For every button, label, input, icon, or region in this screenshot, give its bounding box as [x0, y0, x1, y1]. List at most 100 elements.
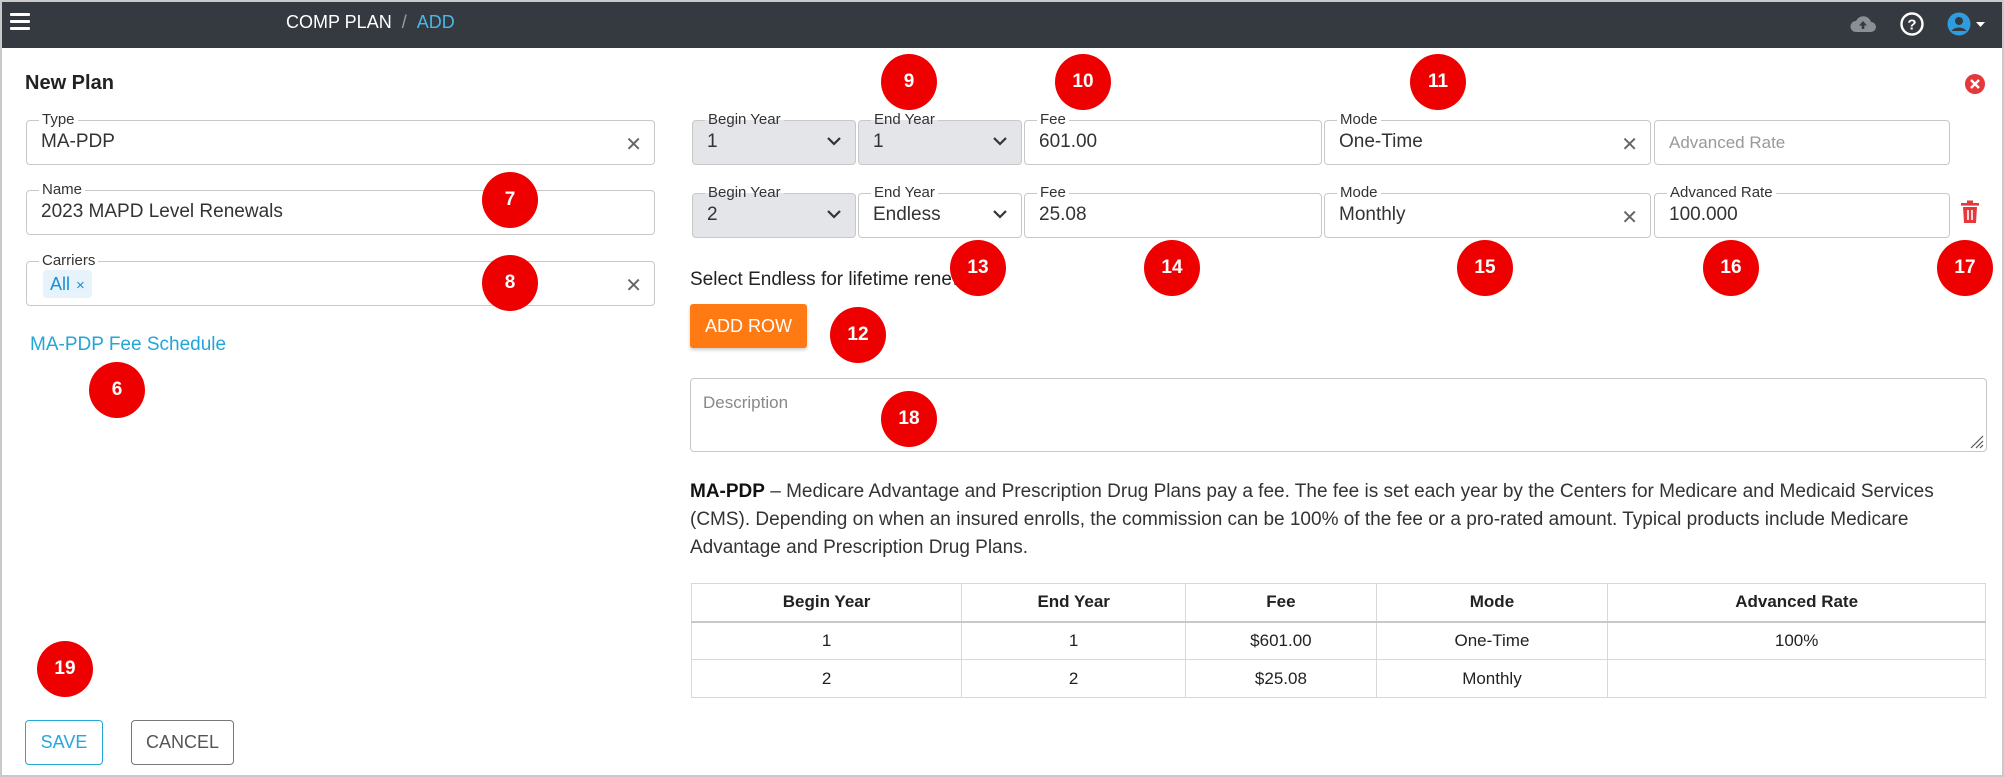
- cancel-button[interactable]: CANCEL: [131, 720, 234, 765]
- breadcrumb-root[interactable]: COMP PLAN: [286, 12, 392, 32]
- fee-value: 25.08: [1039, 204, 1087, 225]
- mode-label: Mode: [1337, 184, 1381, 202]
- table-row: 2 2 $25.08 Monthly: [690, 659, 1986, 698]
- mode-select[interactable]: Mode Monthly ✕: [1324, 184, 1651, 238]
- end-year-label: End Year: [871, 111, 938, 129]
- annotation-badge: 7: [482, 172, 538, 228]
- column-header: Advanced Rate: [1607, 583, 1986, 623]
- top-bar: COMP PLAN / ADD ?: [2, 2, 2002, 48]
- menu-icon[interactable]: [10, 13, 30, 31]
- end-year-select[interactable]: End Year Endless: [858, 184, 1022, 238]
- mode-select[interactable]: Mode One-Time ✕: [1324, 111, 1651, 165]
- annotation-badge: 17: [1937, 240, 1993, 296]
- table-cell: 1: [690, 621, 963, 660]
- type-select[interactable]: Type MA-PDP ✕: [26, 111, 655, 165]
- begin-year-select[interactable]: Begin Year 2: [692, 184, 856, 238]
- advanced-rate-placeholder: Advanced Rate: [1669, 133, 1786, 152]
- name-value: 2023 MAPD Level Renewals: [41, 201, 283, 222]
- end-year-select[interactable]: End Year 1: [858, 111, 1022, 165]
- clear-icon[interactable]: ✕: [625, 273, 642, 298]
- advanced-rate-field[interactable]: Advanced Rate: [1654, 120, 1950, 165]
- table-cell: 2: [690, 659, 963, 698]
- end-year-value: Endless: [873, 204, 941, 225]
- resize-grip-icon[interactable]: [1968, 433, 1984, 449]
- trash-icon[interactable]: [1960, 200, 1980, 224]
- table-header-row: Begin Year End Year Fee Mode Advanced Ra…: [690, 583, 1986, 623]
- clear-icon[interactable]: ✕: [1621, 132, 1638, 157]
- annotation-badge: 15: [1457, 240, 1513, 296]
- breadcrumb-current: ADD: [416, 12, 455, 32]
- end-year-value: 1: [873, 131, 884, 152]
- clear-icon[interactable]: ✕: [625, 132, 642, 157]
- table-cell: Monthly: [1375, 659, 1609, 698]
- close-icon[interactable]: [1964, 73, 1986, 95]
- chevron-down-icon: [827, 210, 841, 219]
- plan-type-description: MA-PDP – Medicare Advantage and Prescrip…: [690, 478, 1990, 562]
- user-account-icon[interactable]: [1946, 11, 1988, 37]
- plan-type-text: – Medicare Advantage and Prescription Dr…: [690, 481, 1934, 558]
- carriers-label: Carriers: [39, 252, 99, 270]
- fee-label: Fee: [1037, 184, 1069, 202]
- chip-remove-icon[interactable]: ×: [76, 277, 85, 294]
- fee-schedule-table: Begin Year End Year Fee Mode Advanced Ra…: [690, 583, 1986, 698]
- advanced-rate-field[interactable]: Advanced Rate 100.000: [1654, 184, 1950, 238]
- column-header: Mode: [1375, 583, 1609, 623]
- annotation-badge: 11: [1410, 54, 1466, 110]
- annotation-badge: 9: [881, 54, 937, 110]
- annotation-badge: 10: [1055, 54, 1111, 110]
- begin-year-value: 1: [707, 131, 718, 152]
- cloud-upload-icon[interactable]: [1848, 11, 1878, 37]
- end-year-label: End Year: [871, 184, 938, 202]
- table-cell: One-Time: [1375, 621, 1609, 660]
- begin-year-label: Begin Year: [705, 184, 784, 202]
- chevron-down-icon: [993, 210, 1007, 219]
- table-cell: $25.08: [1185, 659, 1377, 698]
- column-header: Begin Year: [690, 583, 963, 623]
- annotation-badge: 19: [37, 641, 93, 697]
- table-cell: $601.00: [1185, 621, 1377, 660]
- annotation-badge: 18: [881, 391, 937, 447]
- carriers-multiselect[interactable]: Carriers All × ✕: [26, 252, 655, 306]
- column-header: End Year: [961, 583, 1187, 623]
- annotation-badge: 8: [482, 255, 538, 311]
- add-row-button[interactable]: ADD ROW: [690, 304, 807, 348]
- annotation-badge: 13: [950, 240, 1006, 296]
- table-cell: 1: [961, 621, 1187, 660]
- advanced-rate-value: 100.000: [1669, 204, 1738, 225]
- begin-year-label: Begin Year: [705, 111, 784, 129]
- clear-icon[interactable]: ✕: [1621, 205, 1638, 230]
- breadcrumb: COMP PLAN / ADD: [286, 12, 455, 33]
- type-label: Type: [39, 111, 78, 129]
- save-button[interactable]: SAVE: [25, 720, 103, 765]
- help-icon[interactable]: ?: [1899, 11, 1925, 37]
- column-header: Fee: [1185, 583, 1377, 623]
- description-placeholder: Description: [703, 393, 789, 412]
- chevron-down-icon: [827, 137, 841, 146]
- fee-field[interactable]: Fee 25.08: [1024, 184, 1322, 238]
- begin-year-value: 2: [707, 204, 718, 225]
- plan-type-term: MA-PDP: [690, 481, 765, 502]
- annotation-badge: 16: [1703, 240, 1759, 296]
- advanced-rate-label: Advanced Rate: [1667, 184, 1776, 202]
- carrier-chip[interactable]: All ×: [43, 270, 92, 298]
- table-cell: 100%: [1607, 621, 1986, 660]
- fee-label: Fee: [1037, 111, 1069, 129]
- table-cell: 2: [961, 659, 1187, 698]
- mode-value: One-Time: [1339, 131, 1423, 152]
- mode-label: Mode: [1337, 111, 1381, 129]
- svg-text:?: ?: [1907, 17, 1916, 34]
- table-row: 1 1 $601.00 One-Time 100%: [690, 621, 1986, 660]
- fee-value: 601.00: [1039, 131, 1098, 152]
- table-cell: [1607, 659, 1986, 698]
- name-field[interactable]: Name 2023 MAPD Level Renewals: [26, 181, 655, 235]
- type-value: MA-PDP: [41, 131, 115, 152]
- fee-schedule-link[interactable]: MA-PDP Fee Schedule: [30, 334, 226, 356]
- carrier-chip-label: All: [50, 274, 71, 294]
- fee-field[interactable]: Fee 601.00: [1024, 111, 1322, 165]
- chevron-down-icon: [993, 137, 1007, 146]
- mode-value: Monthly: [1339, 204, 1406, 225]
- begin-year-select[interactable]: Begin Year 1: [692, 111, 856, 165]
- annotation-badge: 6: [89, 362, 145, 418]
- name-label: Name: [39, 181, 86, 199]
- annotation-badge: 14: [1144, 240, 1200, 296]
